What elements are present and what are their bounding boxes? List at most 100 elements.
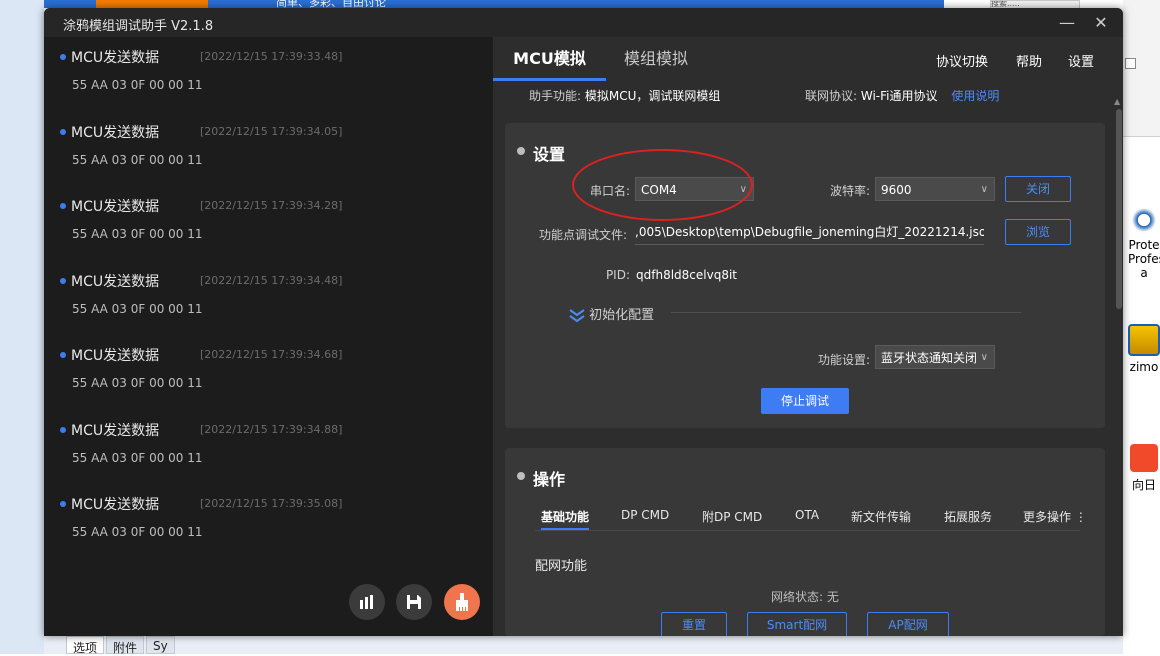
background-tab[interactable]: Sy xyxy=(146,636,175,654)
operations-title: 操作 xyxy=(517,466,565,490)
stop-debug-button[interactable]: 停止调试 xyxy=(761,388,849,414)
log-data: 55 AA 03 0F 00 00 11 xyxy=(72,525,203,539)
tab-mcu-simulation[interactable]: MCU模拟 xyxy=(493,37,606,81)
log-bullet xyxy=(60,278,66,284)
port-select[interactable]: COM4 ∨ xyxy=(635,177,754,201)
tab-ota[interactable]: OTA xyxy=(795,508,819,522)
window-title: 涂鸦模组调试助手 V2.1.8 xyxy=(63,19,214,34)
active-tab-indicator xyxy=(493,78,606,81)
protocol-switch-link[interactable]: 协议切换 xyxy=(936,51,988,70)
tab-basic-functions[interactable]: 基础功能 xyxy=(541,508,589,525)
feature-setting-value: 蓝牙状态通知关闭 xyxy=(881,351,978,365)
clear-log-button[interactable] xyxy=(444,584,480,620)
log-bullet xyxy=(60,129,66,135)
baud-select[interactable]: 9600 ∨ xyxy=(875,177,995,201)
main-tabs: MCU模拟 模组模拟 协议切换 帮助 设置 xyxy=(493,37,1123,81)
smart-config-button[interactable]: Smart配网 xyxy=(747,612,847,636)
log-bullet xyxy=(60,54,66,60)
log-bullet xyxy=(60,501,66,507)
app-window: 涂鸦模组调试助手 V2.1.8 — ✕ MCU发送数据 [2022/12/15 … xyxy=(44,8,1123,636)
tab-extended-services[interactable]: 拓展服务 xyxy=(944,508,992,525)
close-port-button[interactable]: 关闭 xyxy=(1005,176,1071,202)
pid-label: PID: xyxy=(605,268,630,282)
log-time: [2022/12/15 17:39:34.68] xyxy=(200,348,343,361)
desktop-icon-label: Prote xyxy=(1128,238,1160,252)
tab-more-operations[interactable]: 更多操作 ⋮ xyxy=(1023,508,1087,525)
minimize-button[interactable]: — xyxy=(1055,11,1079,35)
log-title: MCU发送数据 xyxy=(71,348,160,364)
tab-file-transfer[interactable]: 新文件传输 xyxy=(851,508,911,525)
background-tab[interactable]: 选项 xyxy=(66,636,105,655)
function-label: 助手功能: xyxy=(529,89,582,103)
baud-label: 波特率: xyxy=(829,184,870,198)
statistics-button[interactable] xyxy=(349,584,385,620)
background-banner-logo xyxy=(96,0,208,8)
more-operations-label: 更多操作 xyxy=(1023,510,1072,524)
tab-dp-cmd[interactable]: DP CMD xyxy=(621,508,669,522)
log-time: [2022/12/15 17:39:34.88] xyxy=(200,423,343,436)
protel-icon xyxy=(1130,206,1158,234)
desktop-icon-label: Profes xyxy=(1128,252,1160,266)
log-data: 55 AA 03 0F 00 00 11 xyxy=(72,227,203,241)
settings-link[interactable]: 设置 xyxy=(1068,51,1094,70)
background-tabs: 选项 附件 Sy xyxy=(66,636,177,655)
log-title: MCU发送数据 xyxy=(71,497,160,513)
save-log-button[interactable] xyxy=(396,584,432,620)
title-bar[interactable]: 涂鸦模组调试助手 V2.1.8 — ✕ xyxy=(44,8,1123,37)
settings-title: 设置 xyxy=(517,141,565,165)
close-window-button[interactable]: ✕ xyxy=(1089,11,1113,35)
feature-setting-label: 功能设置: xyxy=(817,353,870,367)
ap-config-button[interactable]: AP配网 xyxy=(867,612,949,636)
clear-brush-icon xyxy=(456,593,468,611)
assistant-function-info: 助手功能: 模拟MCU，调试联网模组 xyxy=(529,87,720,104)
log-time: [2022/12/15 17:39:33.48] xyxy=(200,50,343,63)
double-chevron-down-icon xyxy=(569,308,585,322)
init-config-label: 初始化配置 xyxy=(589,308,655,323)
log-data: 55 AA 03 0F 00 00 11 xyxy=(72,451,203,465)
debug-file-label: 功能点调试文件: xyxy=(538,228,627,242)
log-data: 55 AA 03 0F 00 00 11 xyxy=(72,153,203,167)
right-pane: MCU模拟 模组模拟 协议切换 帮助 设置 助手功能: 模拟MCU，调试联网模组… xyxy=(493,37,1123,636)
pid-value: qdfh8ld8celvq8it xyxy=(636,268,737,282)
function-value: 模拟MCU，调试联网模组 xyxy=(584,89,721,103)
background-checkbox[interactable] xyxy=(1125,58,1136,69)
chevron-down-icon: ∨ xyxy=(978,346,988,368)
scroll-up-arrow[interactable]: ▲ xyxy=(1114,97,1120,106)
help-link[interactable]: 帮助 xyxy=(1016,51,1042,70)
port-label: 串口名: xyxy=(589,184,630,198)
desktop-icon-protel[interactable]: Prote Profes a xyxy=(1128,206,1160,280)
section-bullet-icon xyxy=(517,147,525,155)
section-bullet-icon xyxy=(517,472,525,480)
feature-setting-select[interactable]: 蓝牙状态通知关闭 ∨ xyxy=(875,345,995,369)
background-desktop-strip xyxy=(0,0,44,654)
desktop-icon-label: a xyxy=(1140,266,1148,280)
operations-title-text: 操作 xyxy=(533,470,566,489)
log-pane[interactable]: MCU发送数据 [2022/12/15 17:39:33.48] 55 AA 0… xyxy=(44,37,493,636)
log-title: MCU发送数据 xyxy=(71,125,160,141)
desktop-icon-zimo[interactable]: zimo xyxy=(1128,324,1160,374)
log-time: [2022/12/15 17:39:35.08] xyxy=(200,497,343,510)
init-config-toggle[interactable]: 初始化配置 xyxy=(569,304,654,323)
debug-file-input[interactable]: ,005\Desktop\temp\Debugfile_joneming白灯_2… xyxy=(635,220,984,245)
browse-button[interactable]: 浏览 xyxy=(1005,219,1071,245)
scrollbar[interactable] xyxy=(1116,109,1122,309)
chevron-down-icon: ∨ xyxy=(980,184,988,195)
tab-extra-dp-cmd[interactable]: 附DP CMD xyxy=(702,508,762,525)
settings-title-text: 设置 xyxy=(533,145,566,164)
log-title: MCU发送数据 xyxy=(71,199,160,215)
log-time: [2022/12/15 17:39:34.05] xyxy=(200,125,343,138)
settings-card: 设置 串口名: COM4 ∨ 波特率: 9600 ∨ 关闭 功能点调试文件: ,… xyxy=(505,123,1105,428)
reset-button[interactable]: 重置 xyxy=(661,612,727,636)
background-bottom-bar xyxy=(44,636,1123,654)
log-bullet xyxy=(60,427,66,433)
protocol-value: Wi-Fi通用协议 xyxy=(860,89,938,103)
usage-guide-link[interactable]: 使用说明 xyxy=(951,89,999,103)
tab-module-simulation[interactable]: 模组模拟 xyxy=(606,37,706,81)
op-tabs-divider xyxy=(535,530,1080,531)
background-tab[interactable]: 附件 xyxy=(106,636,145,655)
sunlogin-icon xyxy=(1130,444,1158,472)
log-time: [2022/12/15 17:39:34.28] xyxy=(200,199,343,212)
desktop-icon-sunlogin[interactable]: 向日 xyxy=(1128,444,1160,493)
log-time: [2022/12/15 17:39:34.48] xyxy=(200,274,343,287)
log-title: MCU发送数据 xyxy=(71,423,160,439)
